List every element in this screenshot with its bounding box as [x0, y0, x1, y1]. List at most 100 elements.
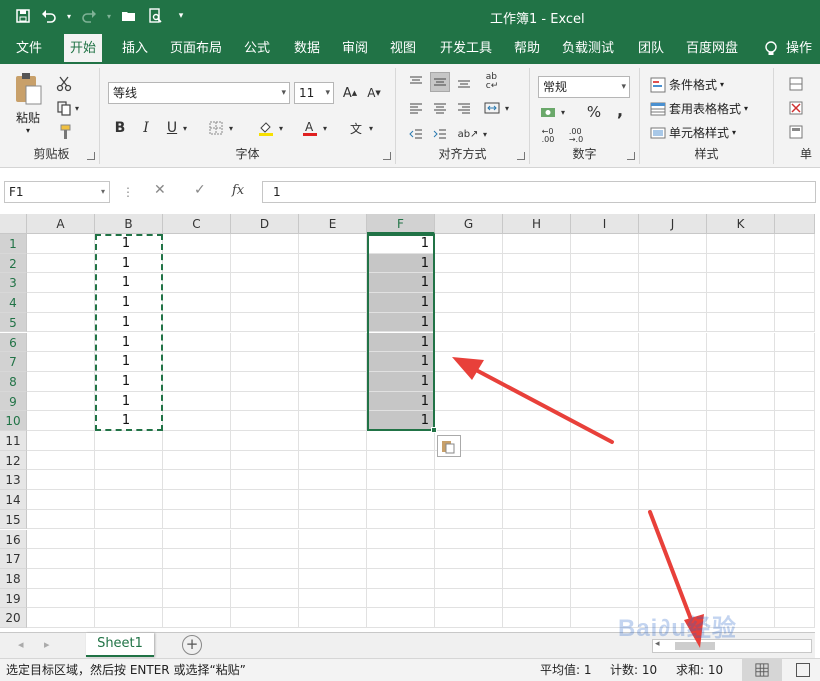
cell[interactable]: [707, 391, 775, 412]
cell[interactable]: [27, 332, 95, 353]
align-bottom-icon[interactable]: [454, 72, 474, 92]
cell[interactable]: [571, 608, 639, 628]
tab-review[interactable]: 审阅: [336, 34, 374, 64]
cell[interactable]: [299, 293, 367, 313]
cell[interactable]: [503, 588, 571, 609]
cell[interactable]: [639, 411, 707, 431]
cell[interactable]: [435, 312, 503, 333]
cell[interactable]: [571, 450, 639, 471]
cell[interactable]: [775, 431, 815, 451]
cell[interactable]: [95, 509, 163, 530]
cell[interactable]: [707, 332, 775, 353]
cell[interactable]: [367, 490, 435, 510]
cell[interactable]: [775, 253, 815, 274]
font-color-dropdown-icon[interactable]: ▾: [320, 118, 330, 138]
cell[interactable]: [639, 529, 707, 550]
cell[interactable]: [435, 371, 503, 392]
fill-color-icon[interactable]: [256, 118, 276, 138]
cell[interactable]: [231, 568, 299, 589]
copy-dropdown-icon[interactable]: ▾: [72, 98, 82, 118]
cell[interactable]: [775, 509, 815, 530]
cell[interactable]: [231, 371, 299, 392]
tab-page-layout[interactable]: 页面布局: [164, 34, 228, 64]
cell[interactable]: [435, 234, 503, 254]
cell[interactable]: [639, 450, 707, 471]
cell[interactable]: [775, 391, 815, 412]
align-middle-icon[interactable]: [430, 72, 450, 92]
cell[interactable]: [27, 293, 95, 313]
cell[interactable]: [775, 273, 815, 294]
cell[interactable]: [231, 608, 299, 628]
align-left-icon[interactable]: [406, 98, 426, 118]
cell[interactable]: [503, 568, 571, 589]
cell[interactable]: [163, 312, 231, 333]
cell[interactable]: [299, 273, 367, 294]
column-header-c[interactable]: C: [163, 214, 231, 234]
new-sheet-button[interactable]: +: [182, 635, 202, 655]
cell[interactable]: [435, 529, 503, 550]
cell[interactable]: [571, 234, 639, 254]
cell[interactable]: [775, 293, 815, 313]
cell[interactable]: [299, 253, 367, 274]
cell[interactable]: [707, 431, 775, 451]
cell[interactable]: [707, 450, 775, 471]
cell[interactable]: [299, 312, 367, 333]
cell[interactable]: [231, 450, 299, 471]
cell[interactable]: [435, 332, 503, 353]
cell[interactable]: [503, 549, 571, 569]
cell[interactable]: [775, 529, 815, 550]
undo-icon[interactable]: [38, 6, 60, 26]
cell[interactable]: [775, 568, 815, 589]
cell[interactable]: [27, 568, 95, 589]
cell[interactable]: [299, 352, 367, 372]
column-header-f[interactable]: F: [367, 214, 435, 234]
cell[interactable]: [27, 470, 95, 491]
cell[interactable]: [707, 293, 775, 313]
column-header-e[interactable]: E: [299, 214, 367, 234]
cell[interactable]: [435, 470, 503, 491]
column-header-partial[interactable]: [775, 214, 815, 234]
underline-button[interactable]: U: [162, 118, 182, 138]
row-header-12[interactable]: 12: [0, 450, 27, 471]
cell[interactable]: [27, 352, 95, 372]
cell[interactable]: [639, 549, 707, 569]
row-header-16[interactable]: 16: [0, 529, 27, 550]
conditional-formatting-button[interactable]: 条件格式 ▾: [650, 74, 724, 96]
scroll-sheets-right-icon[interactable]: ▸: [44, 638, 50, 651]
cell[interactable]: [163, 470, 231, 491]
cell[interactable]: [503, 293, 571, 313]
fill-color-dropdown-icon[interactable]: ▾: [276, 118, 286, 138]
cell[interactable]: [435, 411, 503, 431]
confirm-entry-icon[interactable]: ✓: [194, 182, 206, 198]
tab-home[interactable]: 开始: [64, 34, 103, 64]
cell[interactable]: [27, 411, 95, 431]
cell[interactable]: [775, 411, 815, 431]
cell[interactable]: [95, 450, 163, 471]
cell[interactable]: [775, 608, 815, 628]
cell[interactable]: [707, 490, 775, 510]
cell[interactable]: [299, 490, 367, 510]
cell[interactable]: [367, 470, 435, 491]
paste-options-button[interactable]: [437, 435, 461, 457]
cell[interactable]: [707, 411, 775, 431]
row-header-1[interactable]: 1: [0, 234, 27, 254]
cell[interactable]: [231, 312, 299, 333]
cell[interactable]: [367, 568, 435, 589]
cell[interactable]: [367, 509, 435, 530]
delete-cells-icon[interactable]: [786, 98, 806, 118]
cell[interactable]: [775, 470, 815, 491]
customize-toolbar-icon[interactable]: ▾: [170, 6, 192, 26]
cell[interactable]: [435, 391, 503, 412]
cell[interactable]: [571, 490, 639, 510]
tab-developer[interactable]: 开发工具: [434, 34, 498, 64]
cell[interactable]: [571, 371, 639, 392]
cell[interactable]: [163, 450, 231, 471]
row-header-19[interactable]: 19: [0, 588, 27, 609]
cell[interactable]: [707, 568, 775, 589]
cell[interactable]: [435, 509, 503, 530]
cell[interactable]: [707, 529, 775, 550]
cell[interactable]: [639, 234, 707, 254]
column-header-k[interactable]: K: [707, 214, 775, 234]
cell[interactable]: [639, 391, 707, 412]
cell[interactable]: [27, 431, 95, 451]
